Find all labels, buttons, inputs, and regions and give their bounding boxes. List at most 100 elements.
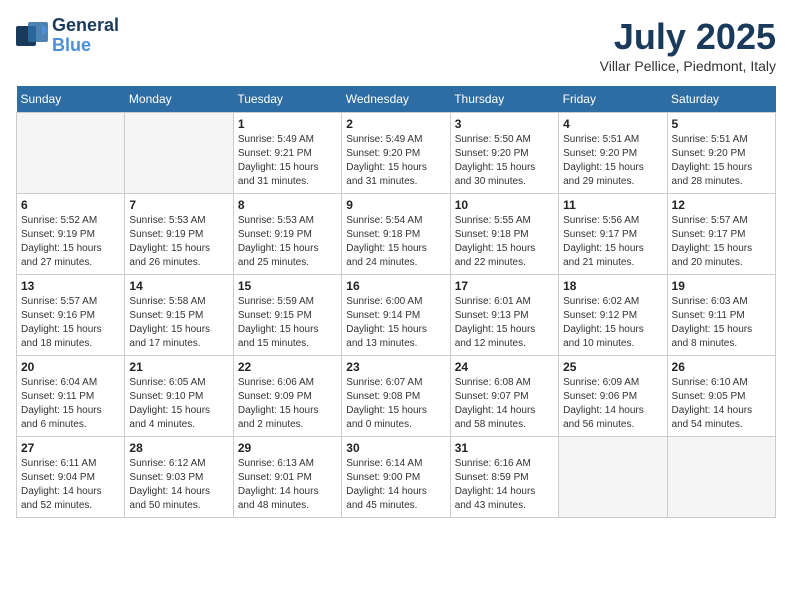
day-number: 9 — [346, 198, 445, 212]
day-cell: 25Sunrise: 6:09 AM Sunset: 9:06 PM Dayli… — [559, 356, 667, 437]
header-friday: Friday — [559, 86, 667, 113]
day-info: Sunrise: 5:54 AM Sunset: 9:18 PM Dayligh… — [346, 214, 445, 270]
day-cell — [667, 437, 775, 518]
day-info: Sunrise: 5:51 AM Sunset: 9:20 PM Dayligh… — [672, 133, 771, 189]
day-cell: 2 Sunrise: 5:49 AM Sunset: 9:20 PM Daylig… — [342, 113, 450, 194]
day-cell: 14 Sunrise: 5:58 AM Sunset: 9:15 PM Dayli… — [125, 275, 233, 356]
day-number: 20 — [21, 360, 120, 374]
day-number: 12 — [672, 198, 771, 212]
week-row-2: 13 Sunrise: 5:57 AM Sunset: 9:16 PM Dayli… — [17, 275, 776, 356]
day-cell: 30 Sunrise: 6:14 AM Sunset: 9:00 PM Dayli… — [342, 437, 450, 518]
header-thursday: Thursday — [450, 86, 558, 113]
header-sunday: Sunday — [17, 86, 125, 113]
day-number: 3 — [455, 117, 554, 131]
day-cell — [17, 113, 125, 194]
day-number: 7 — [129, 198, 228, 212]
day-number: 26 — [672, 360, 771, 374]
day-cell: 17Sunrise: 6:01 AM Sunset: 9:13 PM Dayli… — [450, 275, 558, 356]
day-number: 6 — [21, 198, 120, 212]
day-info: Sunrise: 6:03 AM Sunset: 9:11 PM Dayligh… — [672, 295, 771, 351]
day-number: 1 — [238, 117, 337, 131]
day-info: Sunrise: 5:57 AM Sunset: 9:16 PM Dayligh… — [21, 295, 120, 351]
day-cell: 6 Sunrise: 5:52 AM Sunset: 9:19 PM Daylig… — [17, 194, 125, 275]
day-number: 11 — [563, 198, 662, 212]
day-cell: 23 Sunrise: 6:07 AM Sunset: 9:08 PM Dayli… — [342, 356, 450, 437]
day-number: 23 — [346, 360, 445, 374]
day-cell: 3Sunrise: 5:50 AM Sunset: 9:20 PM Daylig… — [450, 113, 558, 194]
day-number: 19 — [672, 279, 771, 293]
day-cell: 11 Sunrise: 5:56 AM Sunset: 9:17 PM Dayli… — [559, 194, 667, 275]
day-info: Sunrise: 6:12 AM Sunset: 9:03 PM Dayligh… — [129, 457, 228, 513]
day-info: Sunrise: 6:09 AM Sunset: 9:06 PM Dayligh… — [563, 376, 662, 432]
day-cell: 10 Sunrise: 5:55 AM Sunset: 9:18 PM Dayli… — [450, 194, 558, 275]
day-info: Sunrise: 5:51 AM Sunset: 9:20 PM Dayligh… — [563, 133, 662, 189]
day-info: Sunrise: 6:10 AM Sunset: 9:05 PM Dayligh… — [672, 376, 771, 432]
location: Villar Pellice, Piedmont, Italy — [600, 58, 776, 74]
day-number: 15 — [238, 279, 337, 293]
day-cell: 31 Sunrise: 6:16 AM Sunset: 8:59 PM Dayli… — [450, 437, 558, 518]
day-cell — [559, 437, 667, 518]
day-cell: 28 Sunrise: 6:12 AM Sunset: 9:03 PM Dayli… — [125, 437, 233, 518]
day-info: Sunrise: 6:05 AM Sunset: 9:10 PM Dayligh… — [129, 376, 228, 432]
day-cell: 15 Sunrise: 5:59 AM Sunset: 9:15 PM Dayli… — [233, 275, 341, 356]
day-info: Sunrise: 6:06 AM Sunset: 9:09 PM Dayligh… — [238, 376, 337, 432]
day-cell — [125, 113, 233, 194]
day-cell: 12 Sunrise: 5:57 AM Sunset: 9:17 PM Dayli… — [667, 194, 775, 275]
day-info: Sunrise: 6:00 AM Sunset: 9:14 PM Dayligh… — [346, 295, 445, 351]
day-info: Sunrise: 5:49 AM Sunset: 9:20 PM Dayligh… — [346, 133, 445, 189]
day-number: 18 — [563, 279, 662, 293]
day-info: Sunrise: 6:16 AM Sunset: 8:59 PM Dayligh… — [455, 457, 554, 513]
header-saturday: Saturday — [667, 86, 775, 113]
day-cell: 13 Sunrise: 5:57 AM Sunset: 9:16 PM Dayli… — [17, 275, 125, 356]
day-cell: 19 Sunrise: 6:03 AM Sunset: 9:11 PM Dayli… — [667, 275, 775, 356]
logo-icon — [16, 22, 48, 50]
day-info: Sunrise: 6:13 AM Sunset: 9:01 PM Dayligh… — [238, 457, 337, 513]
day-number: 17 — [455, 279, 554, 293]
week-row-4: 27 Sunrise: 6:11 AM Sunset: 9:04 PM Dayli… — [17, 437, 776, 518]
day-info: Sunrise: 5:53 AM Sunset: 9:19 PM Dayligh… — [238, 214, 337, 270]
day-number: 2 — [346, 117, 445, 131]
calendar-header: SundayMondayTuesdayWednesdayThursdayFrid… — [17, 86, 776, 113]
week-row-3: 20Sunrise: 6:04 AM Sunset: 9:11 PM Dayli… — [17, 356, 776, 437]
logo: General Blue — [16, 16, 119, 56]
logo-text-line2: Blue — [52, 36, 119, 56]
day-cell: 5 Sunrise: 5:51 AM Sunset: 9:20 PM Daylig… — [667, 113, 775, 194]
header-wednesday: Wednesday — [342, 86, 450, 113]
day-cell: 1Sunrise: 5:49 AM Sunset: 9:21 PM Daylig… — [233, 113, 341, 194]
day-info: Sunrise: 6:14 AM Sunset: 9:00 PM Dayligh… — [346, 457, 445, 513]
day-info: Sunrise: 5:59 AM Sunset: 9:15 PM Dayligh… — [238, 295, 337, 351]
day-cell: 24Sunrise: 6:08 AM Sunset: 9:07 PM Dayli… — [450, 356, 558, 437]
day-number: 16 — [346, 279, 445, 293]
day-info: Sunrise: 5:56 AM Sunset: 9:17 PM Dayligh… — [563, 214, 662, 270]
day-cell: 18 Sunrise: 6:02 AM Sunset: 9:12 PM Dayli… — [559, 275, 667, 356]
day-info: Sunrise: 5:57 AM Sunset: 9:17 PM Dayligh… — [672, 214, 771, 270]
day-number: 21 — [129, 360, 228, 374]
day-number: 22 — [238, 360, 337, 374]
day-number: 13 — [21, 279, 120, 293]
day-number: 29 — [238, 441, 337, 455]
day-cell: 7Sunrise: 5:53 AM Sunset: 9:19 PM Daylig… — [125, 194, 233, 275]
day-number: 31 — [455, 441, 554, 455]
day-info: Sunrise: 6:07 AM Sunset: 9:08 PM Dayligh… — [346, 376, 445, 432]
month-title: July 2025 — [600, 16, 776, 58]
day-cell: 26 Sunrise: 6:10 AM Sunset: 9:05 PM Dayli… — [667, 356, 775, 437]
day-number: 27 — [21, 441, 120, 455]
header-tuesday: Tuesday — [233, 86, 341, 113]
day-info: Sunrise: 6:02 AM Sunset: 9:12 PM Dayligh… — [563, 295, 662, 351]
page-header: General Blue July 2025 Villar Pellice, P… — [16, 16, 776, 74]
day-number: 10 — [455, 198, 554, 212]
header-monday: Monday — [125, 86, 233, 113]
day-cell: 27 Sunrise: 6:11 AM Sunset: 9:04 PM Dayli… — [17, 437, 125, 518]
calendar-table: SundayMondayTuesdayWednesdayThursdayFrid… — [16, 86, 776, 518]
day-number: 8 — [238, 198, 337, 212]
day-number: 5 — [672, 117, 771, 131]
day-info: Sunrise: 6:11 AM Sunset: 9:04 PM Dayligh… — [21, 457, 120, 513]
day-number: 4 — [563, 117, 662, 131]
day-info: Sunrise: 5:52 AM Sunset: 9:19 PM Dayligh… — [21, 214, 120, 270]
day-info: Sunrise: 5:58 AM Sunset: 9:15 PM Dayligh… — [129, 295, 228, 351]
day-cell: 4 Sunrise: 5:51 AM Sunset: 9:20 PM Daylig… — [559, 113, 667, 194]
day-number: 28 — [129, 441, 228, 455]
day-number: 30 — [346, 441, 445, 455]
day-number: 14 — [129, 279, 228, 293]
day-info: Sunrise: 5:55 AM Sunset: 9:18 PM Dayligh… — [455, 214, 554, 270]
